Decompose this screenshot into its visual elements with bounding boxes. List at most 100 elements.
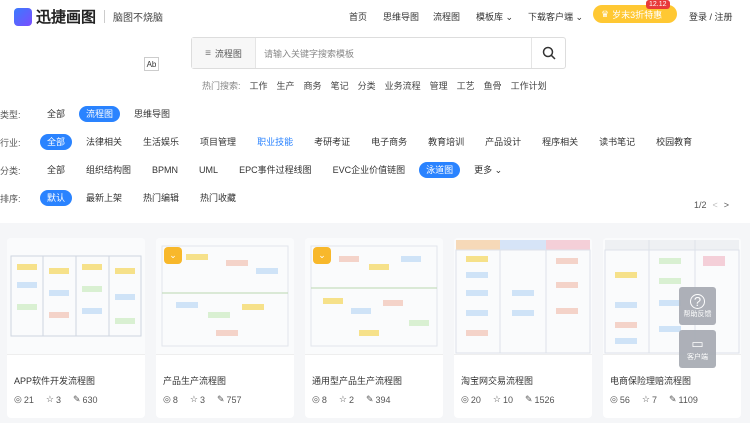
chip-industry[interactable]: 读书笔记 [592, 134, 642, 150]
filter-label: 排序: [0, 193, 21, 204]
like-count-value: 3 [55, 394, 61, 405]
search-bar: ≡ 流程图 请输入关键字搜索模板 [191, 37, 566, 69]
chip-industry[interactable]: 法律相关 [79, 134, 129, 150]
filter-label: 类型: [0, 109, 21, 120]
crown-icon: ♛ [601, 8, 610, 19]
like-count[interactable]: ☆ 3 [190, 394, 205, 405]
template-title: 电商保险理赔流程图 [610, 376, 692, 386]
chip-category[interactable]: UML [192, 162, 225, 178]
template-card[interactable]: 淘宝网交易流程图 ◎ 20 ☆ 10 ✎ 1526 [454, 238, 592, 418]
chip-industry[interactable]: 考研考证 [307, 134, 357, 150]
edit-count: ✎ 1526 [525, 394, 555, 405]
view-count-value: 21 [23, 394, 34, 405]
star-icon: ☆ [641, 394, 650, 404]
star-icon: ☆ [338, 394, 347, 404]
chip-industry[interactable]: 项目管理 [193, 134, 243, 150]
chip-category[interactable]: 组织结构图 [79, 162, 138, 178]
template-card[interactable]: ⌄ 产品生产流程图 ◎ 8 ☆ 3 ✎ 757 [156, 238, 294, 418]
like-count[interactable]: ☆ 10 [493, 394, 513, 405]
chip-sort[interactable]: 热门收藏 [193, 190, 243, 206]
edit-count-value: 757 [226, 394, 242, 405]
chip-industry[interactable]: 教育培训 [421, 134, 471, 150]
template-stats: ◎ 56 ☆ 7 ✎ 1109 [610, 394, 698, 405]
hot-term[interactable]: 商务 [304, 79, 322, 92]
template-card[interactable]: ⌄ 通用型产品生产流程图 ◎ 8 ☆ 2 ✎ 394 [305, 238, 443, 418]
hot-term[interactable]: 工艺 [457, 79, 475, 92]
help-icon: ? [690, 293, 705, 309]
chip-type-mindmap[interactable]: 思维导图 [127, 106, 177, 122]
chip-sort-default[interactable]: 默认 [40, 190, 73, 206]
template-card[interactable]: APP软件开发流程图 ◎ 21 ☆ 3 ✎ 630 [7, 238, 145, 418]
chip-industry[interactable]: 校园教育 [649, 134, 699, 150]
logo-icon [14, 7, 32, 26]
search-type-select[interactable]: ≡ 流程图 [192, 38, 256, 68]
hot-term[interactable]: 工作计划 [511, 79, 547, 92]
chip-industry[interactable]: 电子商务 [364, 134, 414, 150]
chip-industry[interactable]: 产品设计 [478, 134, 528, 150]
template-title: 淘宝网交易流程图 [461, 376, 534, 386]
chip-type-flowchart[interactable]: 流程图 [79, 106, 121, 122]
search-button[interactable] [531, 38, 565, 68]
template-card[interactable]: 电商保险理赔流程图 ◎ 56 ☆ 7 ✎ 1109 [603, 238, 741, 418]
chip-category-swimlane[interactable]: 泳道图 [419, 162, 461, 178]
chip-sort[interactable]: 最新上架 [79, 190, 129, 206]
nav-templates[interactable]: 模板库 ⌄ [476, 10, 513, 23]
edit-count-value: 394 [375, 394, 391, 405]
client-button[interactable]: ▭ 客户端 [679, 330, 716, 368]
hot-search: 热门搜索: 工作 生产 商务 笔记 分类 业务流程 管理 工艺 鱼骨 工作计划 [202, 79, 547, 92]
logo[interactable]: 迅捷画图 脑图不烧脑 [14, 6, 163, 27]
like-count[interactable]: ☆ 3 [46, 394, 61, 405]
view-count: ◎ 56 [610, 394, 630, 405]
nav-download[interactable]: 下载客户端 ⌄ [528, 10, 583, 23]
nav-home[interactable]: 首页 [349, 10, 367, 23]
view-count-value: 8 [172, 394, 178, 405]
chip-category[interactable]: 全部 [40, 162, 72, 178]
hot-term[interactable]: 工作 [250, 79, 268, 92]
nav-mindmap[interactable]: 思维导图 [383, 10, 419, 23]
chip-industry[interactable]: 职业技能 [250, 134, 300, 150]
template-stats: ◎ 20 ☆ 10 ✎ 1526 [461, 394, 555, 405]
search-input[interactable]: 请输入关键字搜索模板 [256, 47, 531, 60]
chip-type-all[interactable]: 全部 [40, 106, 72, 122]
hot-term[interactable]: 管理 [430, 79, 448, 92]
view-count-value: 56 [619, 394, 630, 405]
caps-indicator: Ab [144, 57, 159, 71]
like-count-value: 7 [651, 394, 657, 405]
eye-icon: ◎ [163, 394, 171, 404]
login-register-link[interactable]: 登录 / 注册 [689, 10, 733, 23]
chip-category[interactable]: BPMN [145, 162, 185, 178]
chip-industry[interactable]: 程序相关 [535, 134, 585, 150]
hot-term[interactable]: 分类 [358, 79, 376, 92]
like-count-value: 3 [199, 394, 205, 405]
hot-term[interactable]: 笔记 [331, 79, 349, 92]
filter-row-category: 分类: 全部 组织结构图 BPMN UML EPC事件过程线图 EVC企业价值链… [0, 160, 516, 180]
filter-label: 分类: [0, 165, 21, 176]
chip-category-more[interactable]: 更多 ⌄ [467, 162, 509, 178]
chip-category[interactable]: EVC企业价值链图 [326, 162, 413, 178]
chip-industry[interactable]: 全部 [40, 134, 73, 150]
template-stats: ◎ 21 ☆ 3 ✎ 630 [14, 394, 98, 405]
chip-sort[interactable]: 热门编辑 [136, 190, 186, 206]
nav-download-label: 下载客户端 [528, 12, 574, 22]
edit-count: ✎ 1109 [669, 394, 698, 405]
view-count: ◎ 8 [163, 394, 178, 405]
template-stats: ◎ 8 ☆ 3 ✎ 757 [163, 394, 242, 405]
nav-templates-label: 模板库 [476, 12, 504, 22]
prev-page-button[interactable]: < [713, 200, 718, 210]
like-count[interactable]: ☆ 2 [339, 394, 354, 405]
edit-icon: ✎ [668, 394, 677, 404]
chip-industry[interactable]: 生活娱乐 [136, 134, 186, 150]
edit-count: ✎ 630 [73, 394, 98, 405]
pager: 1/2 < > [694, 200, 729, 210]
hot-term[interactable]: 鱼骨 [484, 79, 502, 92]
filter-row-sort: 排序: 默认 最新上架 热门编辑 热门收藏 [0, 188, 250, 208]
like-count[interactable]: ☆ 7 [642, 394, 657, 405]
feedback-button[interactable]: ? 帮助反馈 [679, 287, 716, 325]
next-page-button[interactable]: > [724, 200, 729, 210]
chip-category[interactable]: EPC事件过程线图 [232, 162, 319, 178]
menu-icon: ≡ [205, 47, 211, 59]
top-bar: 迅捷画图 脑图不烧脑 首页 思维导图 流程图 模板库 ⌄ 下载客户端 ⌄ ♛ 岁… [0, 0, 750, 110]
hot-term[interactable]: 业务流程 [385, 79, 421, 92]
hot-term[interactable]: 生产 [277, 79, 295, 92]
nav-flowchart[interactable]: 流程图 [433, 10, 460, 23]
